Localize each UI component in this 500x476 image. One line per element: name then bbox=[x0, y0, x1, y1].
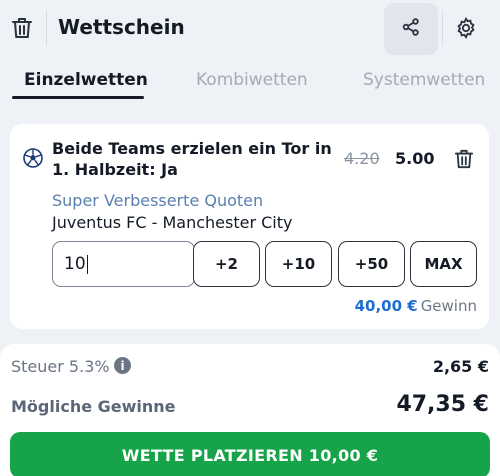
bet-selection: Beide Teams erzielen ein Tor in 1. Halbz… bbox=[52, 139, 332, 179]
gear-icon[interactable] bbox=[450, 12, 482, 44]
soccer-ball-icon bbox=[23, 148, 43, 168]
boost-label: Super Verbesserte Quoten bbox=[52, 191, 264, 210]
betslip-summary: Steuer 5.3% i 2,65 € Mögliche Gewinne 47… bbox=[0, 344, 500, 476]
tax-value: 2,65 € bbox=[432, 357, 489, 376]
win-amount: 40,00 € bbox=[354, 297, 418, 315]
place-bet-button[interactable]: WETTE PLATZIEREN 10,00 € bbox=[10, 432, 490, 476]
bet-type-tabs: Einzelwetten Kombiwetten Systemwetten bbox=[0, 60, 500, 102]
page-title: Wettschein bbox=[58, 15, 185, 39]
share-icon bbox=[402, 18, 420, 40]
betslip-header: Wettschein bbox=[0, 0, 500, 56]
tab-systemwetten[interactable]: Systemwetten bbox=[363, 70, 485, 90]
active-tab-indicator bbox=[12, 96, 144, 99]
stake-value: 10 bbox=[64, 254, 86, 274]
old-odds: 4.20 bbox=[344, 149, 380, 168]
tax-label: Steuer 5.3% bbox=[11, 357, 110, 376]
bet-card: Beide Teams erzielen ein Tor in 1. Halbz… bbox=[10, 124, 489, 329]
tab-kombiwetten[interactable]: Kombiwetten bbox=[196, 70, 308, 90]
match-name: Juventus FC - Manchester City bbox=[52, 213, 293, 232]
quick-stake-max-button[interactable]: MAX bbox=[410, 241, 477, 287]
potential-win-row: 40,00 € Gewinn bbox=[355, 297, 477, 315]
quick-stake-plus-50-button[interactable]: +50 bbox=[338, 241, 405, 287]
remove-bet-trash-icon[interactable] bbox=[451, 146, 477, 172]
info-icon[interactable]: i bbox=[114, 357, 131, 374]
possible-win-value: 47,35 € bbox=[396, 392, 489, 417]
win-label: Gewinn bbox=[420, 297, 477, 315]
possible-win-label: Mögliche Gewinne bbox=[11, 397, 176, 416]
quick-stake-plus-2-button[interactable]: +2 bbox=[193, 241, 260, 287]
share-button[interactable] bbox=[384, 3, 438, 55]
quick-stake-plus-10-button[interactable]: +10 bbox=[265, 241, 332, 287]
trash-icon[interactable] bbox=[6, 12, 38, 44]
new-odds: 5.00 bbox=[395, 149, 435, 168]
stake-input[interactable]: 10 bbox=[52, 241, 195, 287]
tab-einzelwetten[interactable]: Einzelwetten bbox=[24, 70, 148, 90]
header-divider-right bbox=[442, 10, 443, 46]
header-divider bbox=[46, 10, 47, 46]
text-caret bbox=[86, 254, 88, 274]
